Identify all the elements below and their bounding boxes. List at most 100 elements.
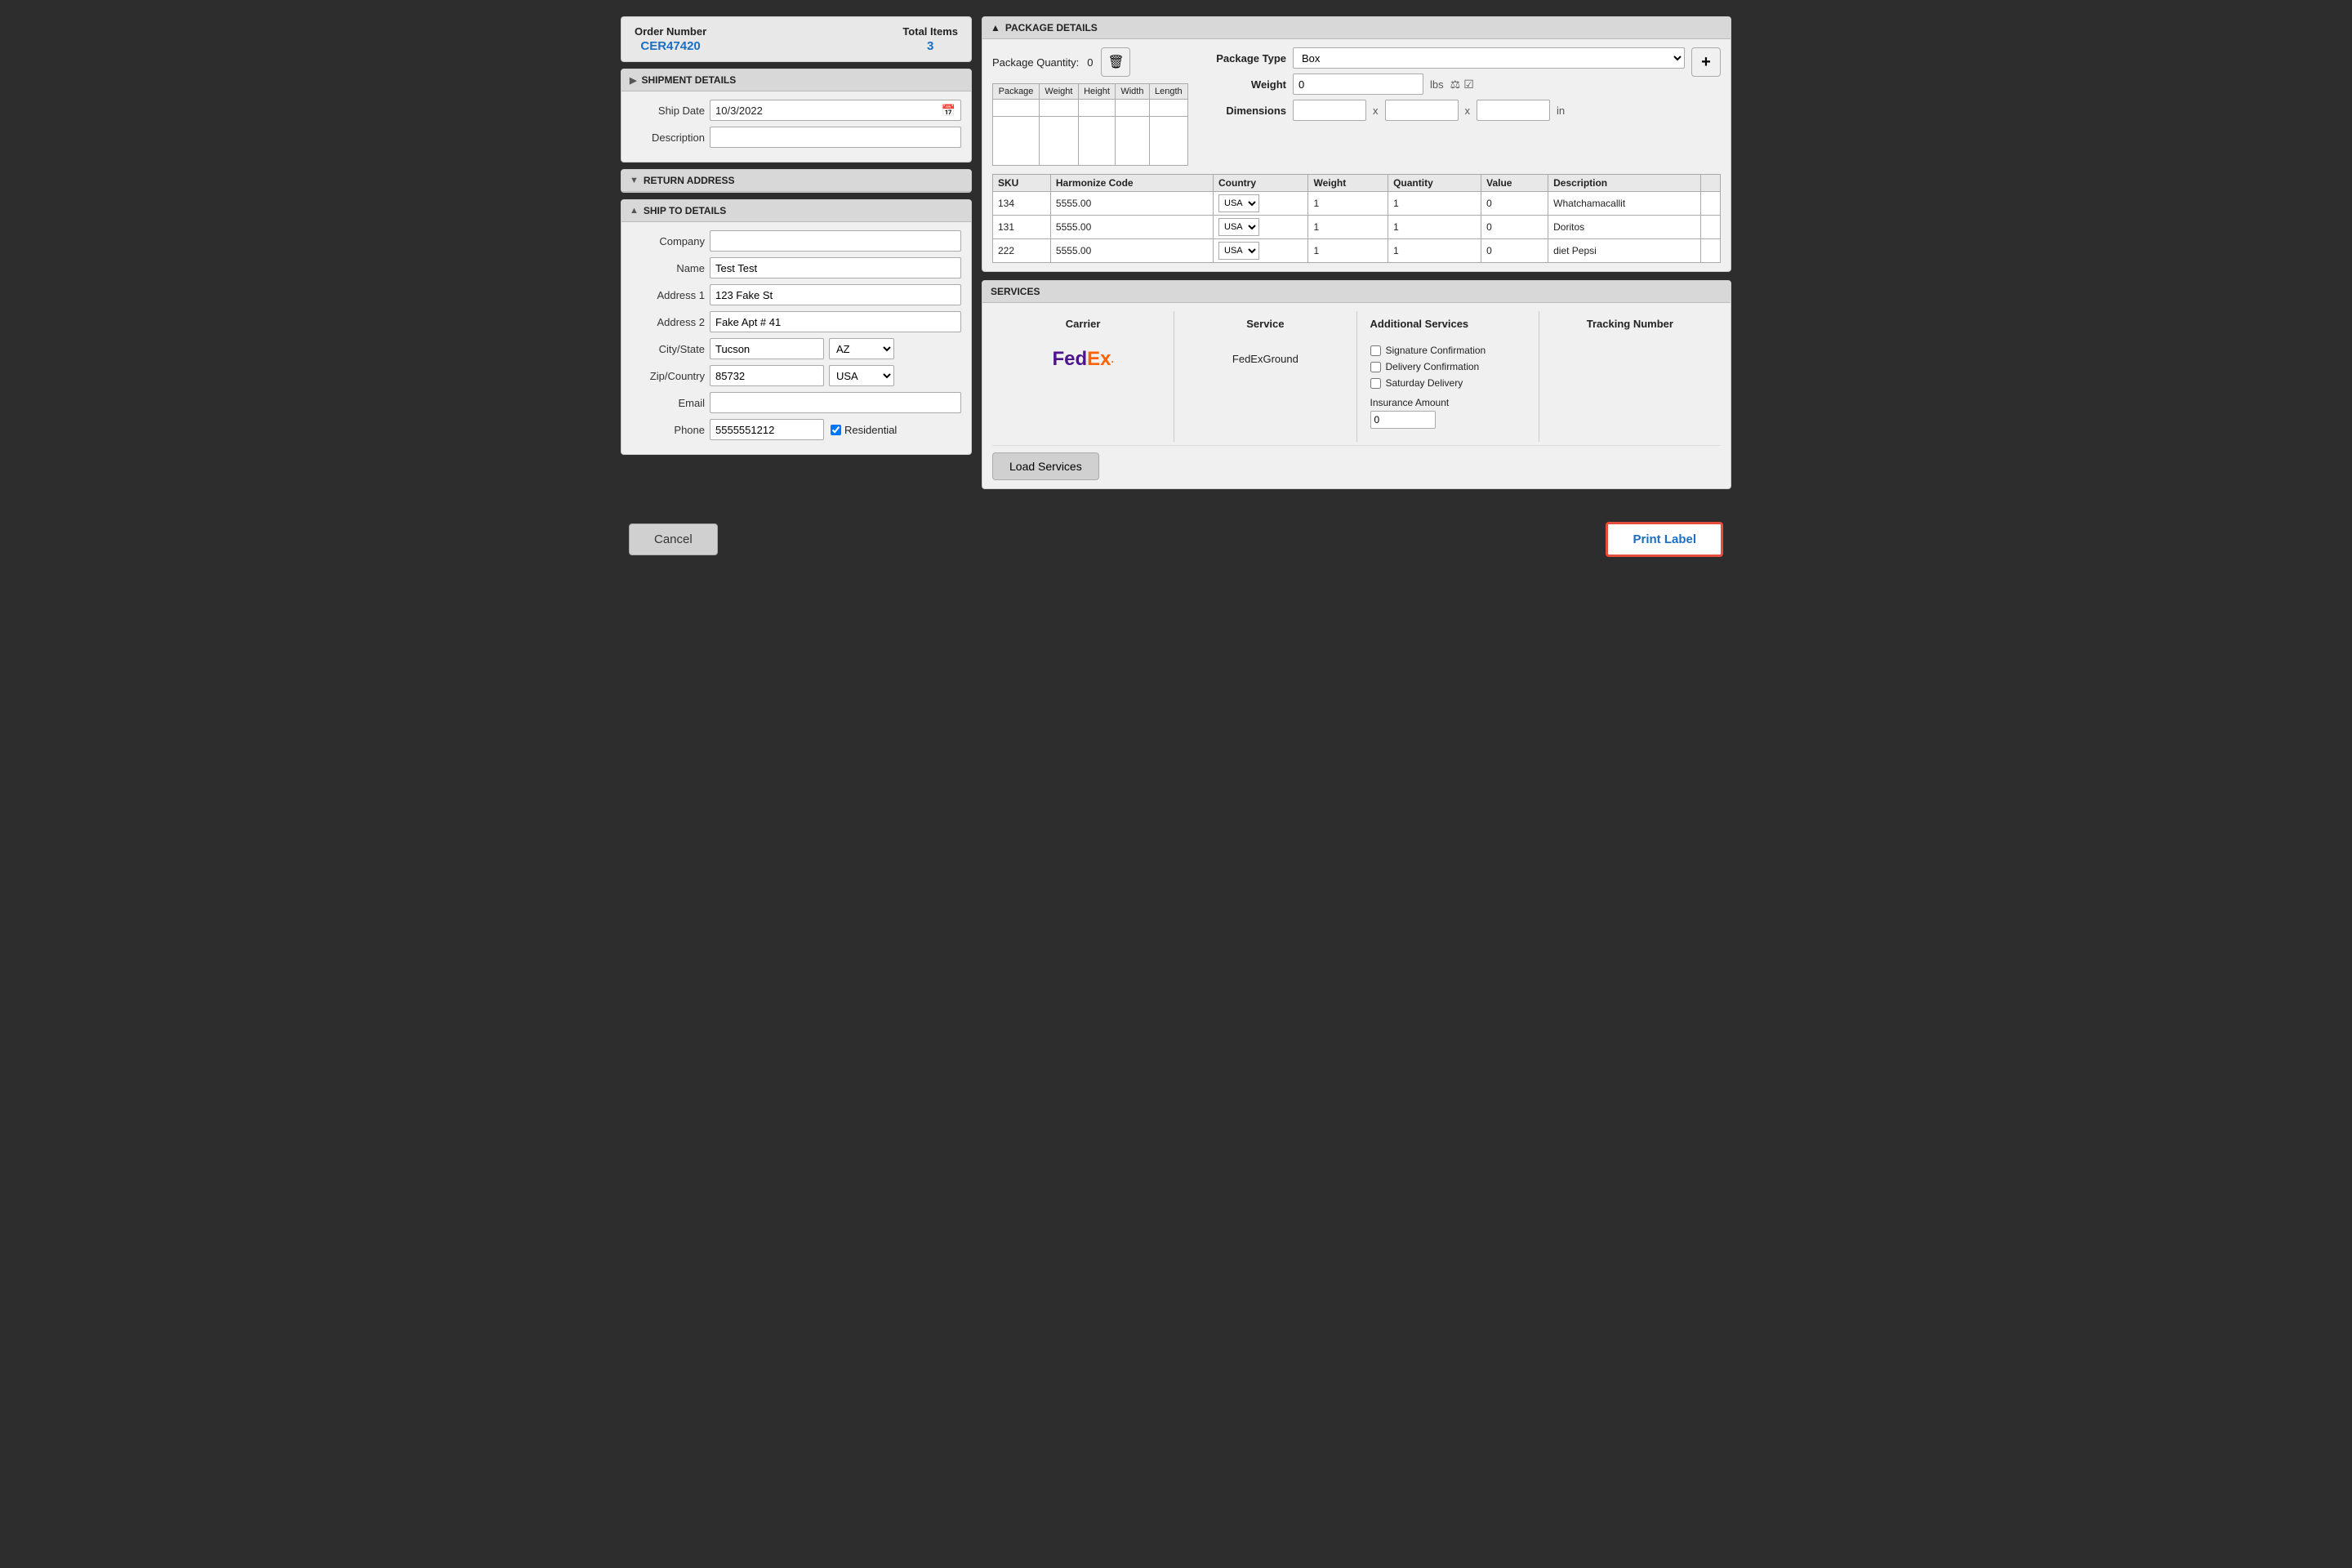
package-table: Package Weight Height Width Length: [992, 83, 1188, 166]
country-select[interactable]: USA CAN MEX: [1218, 242, 1259, 260]
services-body: Carrier FedEx. Service FedExGround A: [982, 303, 1731, 488]
sku-table-area: SKU Harmonize Code Country Weight Quanti…: [992, 174, 1721, 263]
sku-cell-quantity: 1: [1388, 192, 1481, 216]
package-details-header[interactable]: ▲ PACKAGE DETAILS: [982, 17, 1731, 39]
dimension-width-input[interactable]: [1385, 100, 1459, 121]
description-row: Description: [631, 127, 961, 148]
phone-row: Phone Residential: [631, 419, 961, 440]
pkg-col-width: Width: [1116, 84, 1149, 100]
shipment-details-header[interactable]: ▶ SHIPMENT DETAILS: [621, 69, 971, 91]
sku-cell-country[interactable]: USA CAN MEX: [1214, 192, 1308, 216]
address2-input[interactable]: [710, 311, 961, 332]
ship-to-body: Company Name Address 1 Address 2 City/St…: [621, 222, 971, 454]
email-input[interactable]: [710, 392, 961, 413]
package-weight-input[interactable]: [1293, 74, 1423, 95]
company-input[interactable]: [710, 230, 961, 252]
weight-unit: lbs: [1430, 78, 1444, 91]
sku-cell-quantity: 1: [1388, 216, 1481, 239]
ship-to-label: SHIP TO DETAILS: [644, 205, 726, 216]
address2-row: Address 2: [631, 311, 961, 332]
dimension-height-input[interactable]: [1477, 100, 1550, 121]
insurance-label: Insurance Amount: [1370, 397, 1450, 408]
order-number-value: CER47420: [635, 39, 706, 53]
sku-col-description: Description: [1548, 175, 1701, 192]
tracking-number-header: Tracking Number: [1587, 318, 1673, 330]
sku-cell-value: 0: [1481, 192, 1548, 216]
add-package-button[interactable]: +: [1691, 47, 1721, 77]
additional-services-list: Signature Confirmation Delivery Confirma…: [1370, 345, 1486, 429]
package-dimensions-row: Dimensions x x in: [1205, 100, 1685, 121]
sku-cell-country[interactable]: USA CAN MEX: [1214, 239, 1308, 263]
package-right-section: Package Type Box Envelope Tube Weight: [1205, 47, 1685, 121]
phone-input[interactable]: [710, 419, 824, 440]
pkg-col-height: Height: [1078, 84, 1115, 100]
fedex-orange-text: Ex: [1087, 348, 1111, 371]
load-services-button[interactable]: Load Services: [992, 452, 1099, 480]
sku-cell-weight: 1: [1308, 239, 1388, 263]
table-cell: [1149, 100, 1187, 117]
order-number-section: Order Number CER47420: [635, 25, 706, 53]
calendar-icon: 📅: [942, 104, 956, 118]
sku-col-country: Country: [1214, 175, 1308, 192]
name-input[interactable]: [710, 257, 961, 278]
zip-input[interactable]: [710, 365, 824, 386]
shipment-details-section: ▶ SHIPMENT DETAILS Ship Date 10/3/2022 📅…: [621, 69, 972, 163]
right-panel: ▲ PACKAGE DETAILS Package Quantity: 0 🗑: [982, 16, 1731, 489]
signature-confirmation-label[interactable]: Signature Confirmation: [1370, 345, 1486, 356]
ship-to-header[interactable]: ▲ SHIP TO DETAILS: [621, 200, 971, 222]
package-top-row: Package Quantity: 0 🗑 Package Weight: [992, 47, 1721, 166]
carrier-header: Carrier: [1066, 318, 1101, 330]
pkg-col-package: Package: [993, 84, 1040, 100]
delete-package-button[interactable]: 🗑: [1101, 47, 1130, 77]
cancel-button[interactable]: Cancel: [629, 523, 718, 555]
dimension-length-input[interactable]: [1293, 100, 1366, 121]
email-label: Email: [631, 397, 705, 409]
insurance-input[interactable]: [1370, 411, 1436, 429]
sku-col-quantity: Quantity: [1388, 175, 1481, 192]
address2-label: Address 2: [631, 316, 705, 328]
country-select[interactable]: USA CAN MEX: [1218, 194, 1259, 212]
ship-date-label: Ship Date: [631, 105, 705, 117]
saturday-delivery-checkbox[interactable]: [1370, 378, 1381, 389]
package-details-chevron-icon: ▲: [991, 22, 1000, 33]
service-header: Service: [1246, 318, 1284, 330]
sku-cell-extra: [1700, 216, 1720, 239]
zip-country-inputs: USA CAN MEX: [710, 365, 894, 386]
country-select[interactable]: USA CAN MEX: [829, 365, 894, 386]
sku-cell-country[interactable]: USA CAN MEX: [1214, 216, 1308, 239]
print-label-button[interactable]: Print Label: [1606, 522, 1723, 557]
email-row: Email: [631, 392, 961, 413]
sku-cell-description: Whatchamacallit: [1548, 192, 1701, 216]
city-input[interactable]: [710, 338, 824, 359]
sku-cell-weight: 1: [1308, 216, 1388, 239]
address1-input[interactable]: [710, 284, 961, 305]
load-services-row: Load Services: [992, 445, 1721, 480]
state-select[interactable]: AZ CA TX NY: [829, 338, 894, 359]
residential-label[interactable]: Residential: [831, 424, 897, 436]
sku-cell-value: 0: [1481, 216, 1548, 239]
table-cell: [1040, 117, 1079, 166]
bottom-buttons: Cancel Print Label: [621, 522, 1731, 557]
name-label: Name: [631, 262, 705, 274]
package-type-select[interactable]: Box Envelope Tube: [1293, 47, 1685, 69]
signature-confirmation-checkbox[interactable]: [1370, 345, 1381, 356]
saturday-delivery-label[interactable]: Saturday Delivery: [1370, 377, 1463, 389]
order-header: Order Number CER47420 Total Items 3: [621, 16, 972, 62]
services-columns: Carrier FedEx. Service FedExGround A: [992, 311, 1721, 442]
ship-date-row: Ship Date 10/3/2022 📅: [631, 100, 961, 121]
sku-cell-description: diet Pepsi: [1548, 239, 1701, 263]
return-address-section: ▼ RETURN ADDRESS: [621, 169, 972, 193]
company-label: Company: [631, 235, 705, 247]
delivery-confirmation-checkbox[interactable]: [1370, 362, 1381, 372]
fedex-dot: .: [1111, 354, 1113, 365]
package-weight-label: Weight: [1205, 78, 1286, 91]
country-select[interactable]: USA CAN MEX: [1218, 218, 1259, 236]
description-input[interactable]: [710, 127, 961, 148]
delivery-confirmation-label[interactable]: Delivery Confirmation: [1370, 361, 1480, 372]
residential-checkbox[interactable]: [831, 425, 841, 435]
ship-date-input[interactable]: 10/3/2022 📅: [710, 100, 961, 121]
additional-services-header: Additional Services: [1370, 318, 1469, 330]
name-row: Name: [631, 257, 961, 278]
return-address-header[interactable]: ▼ RETURN ADDRESS: [621, 170, 971, 192]
total-items-value: 3: [902, 39, 958, 53]
